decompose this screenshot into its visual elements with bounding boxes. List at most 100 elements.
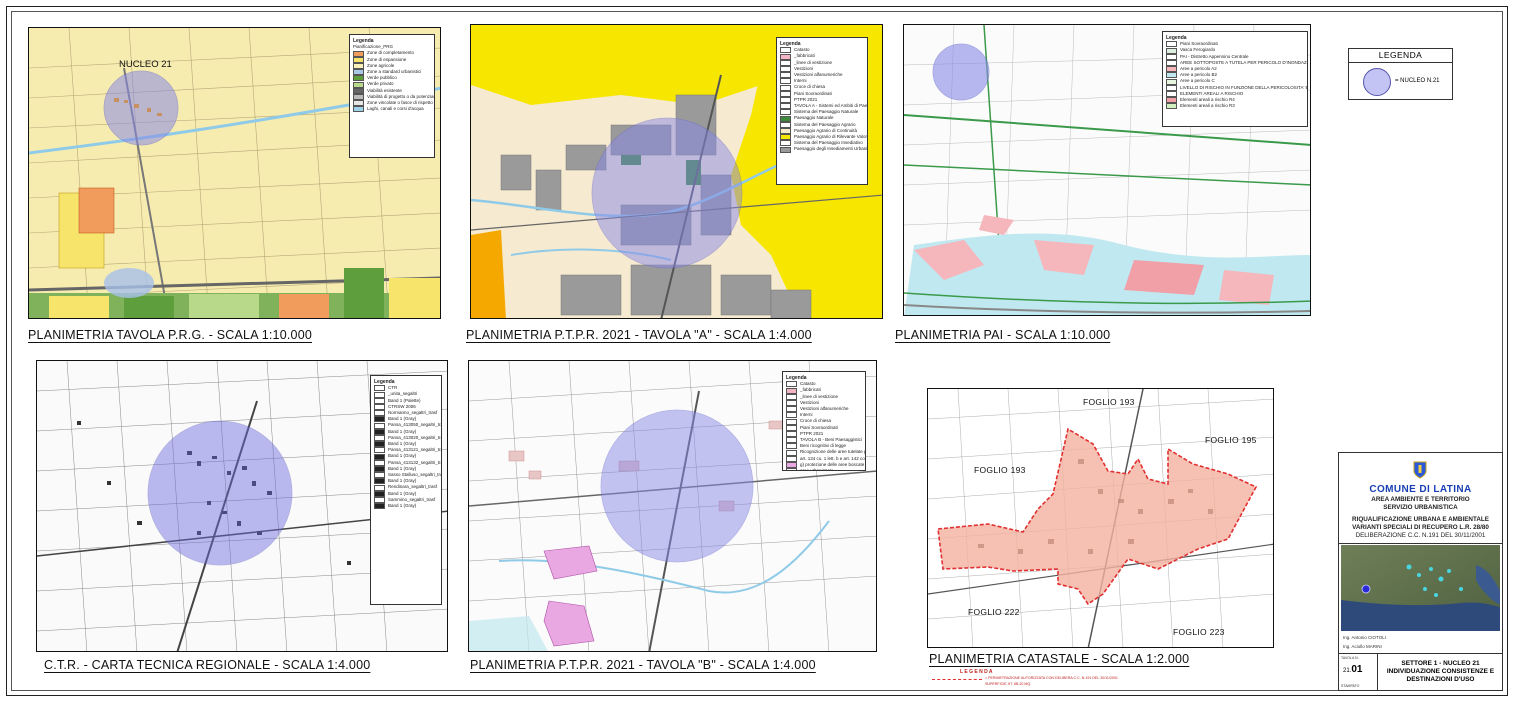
legend-swatch [786,418,797,425]
legend-swatch [374,410,385,417]
legend-swatch [780,127,791,134]
legend-swatch [353,50,364,57]
ctr-legend-items: CTR _unita_segaltri Band 1 (Palette) CTRSW … [374,385,441,510]
legend-swatch [374,459,385,466]
catastale-legend-sub: SUPERFICIE HT. 6B.20 MQ. [985,682,1032,686]
legend-swatch [780,65,791,72]
engineer-2: Ing. Aciollo MARINI [1343,644,1382,649]
legend-item-label: Paesaggio degli Insediamenti Urbani [794,146,868,152]
settore-label: SETTORE 1 - NUCLEO 21 INDIVIDUAZIONE CON… [1379,660,1502,684]
legend-item-label: Elementi areali a rischio R3 [1180,103,1235,109]
legend-swatch [780,59,791,66]
caption-prg: PLANIMETRIA TAVOLA P.R.G. - SCALA 1:10.0… [28,328,312,342]
legend-item: Laghi, canali e corsi d'acqua [353,106,431,113]
legend-swatch [353,75,364,82]
legend-swatch [353,93,364,100]
catastale-legend-line [932,679,982,680]
legend-swatch [786,406,797,413]
legend-swatch [780,109,791,116]
nucleo-legend-label: = NUCLEO N.21 [1395,78,1440,84]
legend-swatch [786,437,797,444]
legend-swatch [1166,84,1177,91]
legend-swatch [1166,59,1177,66]
legend-swatch [780,121,791,128]
settore-title: SETTORE 1 - NUCLEO 21 [1401,660,1480,667]
legend-swatch [353,62,364,69]
coat-of-arms-icon [1413,461,1427,479]
delibera-label: DELIBERAZIONE C.C. N.191 DEL 30/11/2001 [1355,532,1486,539]
caption-pai: PLANIMETRIA PAI - SCALA 1:10.000 [895,328,1111,342]
sheet-number-label: TAVOLA N. [1341,656,1359,660]
legend-swatch [374,403,385,410]
map-ptpr-b: Legenda Catasto _fabbricati _linee di vest… [468,360,877,652]
legend-swatch [1166,97,1177,104]
legend-swatch [353,69,364,76]
area-label: AREA AMBIENTE E TERRITORIO [1371,496,1470,503]
legend-swatch [353,100,364,107]
legend-swatch [780,47,791,54]
legend-swatch [353,81,364,88]
legend-item-label: Band 1 (Gray) [388,503,417,509]
legend-swatch [1166,78,1177,85]
title-block-footer: TAVOLA N. 21.01 STAMPATO SETTORE 1 - NUC… [1339,653,1502,691]
legend-swatch [1166,103,1177,110]
legend-item: Elementi areali a rischio R3 [1166,103,1304,110]
legend-swatch [374,472,385,479]
legend-swatch [1166,47,1177,54]
aerial-photo [1341,545,1500,631]
foglio-label: FOGLIO 193 [1083,397,1135,407]
legend-swatch [374,496,385,503]
comune-title: COMUNE DI LATINA [1369,484,1472,495]
catastale-legend-title: L E G E N D A [960,669,993,675]
legend-swatch [786,424,797,431]
sheet-number-value: 01 [1351,664,1363,675]
legend-item-label: Laghi, canali e corsi d'acqua [367,106,424,112]
map-pai: Legenda Piani Sovraordinati Vasca Ferogia… [903,24,1311,316]
legend-swatch [780,96,791,103]
legend-swatch [780,72,791,79]
nucleo-21-label: NUCLEO 21 [119,59,172,70]
legend-swatch [374,416,385,423]
main-legend-title: LEGENDA [1349,49,1452,63]
legend-item-label: aree urbanizzate [800,468,834,471]
caption-ptpr-a: PLANIMETRIA P.T.P.R. 2021 - TAVOLA "A" -… [466,328,812,342]
legend-item: Paesaggio degli Insediamenti Urbani [780,146,868,153]
legend-swatch [780,78,791,85]
legend-swatch [786,393,797,400]
legend-swatch [780,103,791,110]
legend-swatch [786,461,797,468]
map-ptpr-a: Legenda Catasto _fabbricati _linee di vest… [470,24,883,319]
legend-swatch [786,443,797,450]
legend-swatch [780,115,791,122]
caption-ptpr-b: PLANIMETRIA P.T.P.R. 2021 - TAVOLA "B" -… [470,658,816,672]
legend-swatch [374,453,385,460]
prg-legend-items: Zone di completamento Zone di espansione Z… [353,50,434,113]
legend-swatch [374,441,385,448]
pai-legend-items: Piani Sovraordinati Vasca Ferogiardo PAI -… [1166,41,1307,110]
ctr-legend: Legenda CTR _unita_segaltri Band 1 (Palett… [370,375,442,605]
catastale-legend-text: = PERIMETRAZIONE AUTORIZZATA CON DELIBER… [985,676,1118,680]
caption-catastale: PLANIMETRIA CATASTALE - SCALA 1:2.000 [929,652,1190,666]
legend-swatch [1166,53,1177,60]
legend-item: aree urbanizzate [786,468,862,471]
legend-swatch [1166,41,1177,48]
legend-swatch [374,385,385,392]
legend-swatch [374,422,385,429]
legend-swatch [786,455,797,462]
map-catastale: FOGLIO 193 FOGLIO 195 FOGLIO 193 FOGLIO … [927,388,1274,648]
legend-swatch [780,134,791,141]
legend-swatch [353,87,364,94]
legend-swatch [786,430,797,437]
settore-desc: INDIVIDUAZIONE CONSISTENZE E DESTINAZION… [1386,668,1495,683]
sheet-number-box: TAVOLA N. 21.01 STAMPATO [1339,654,1378,691]
legend-swatch [374,434,385,441]
legend-swatch [353,56,364,63]
legend-swatch [780,84,791,91]
ptpr-b-legend-items: Catasto _fabbricati _linee di vestizione Ve… [786,381,865,471]
foglio-label: FOGLIO 193 [974,465,1026,475]
legend-swatch [780,146,791,153]
nucleo-swatch [1363,68,1391,96]
map-ctr: Legenda CTR _unita_segaltri Band 1 (Palett… [36,360,448,652]
ptpr-b-legend: Legenda Catasto _fabbricati _linee di vest… [782,371,866,471]
legend-swatch [374,503,385,510]
